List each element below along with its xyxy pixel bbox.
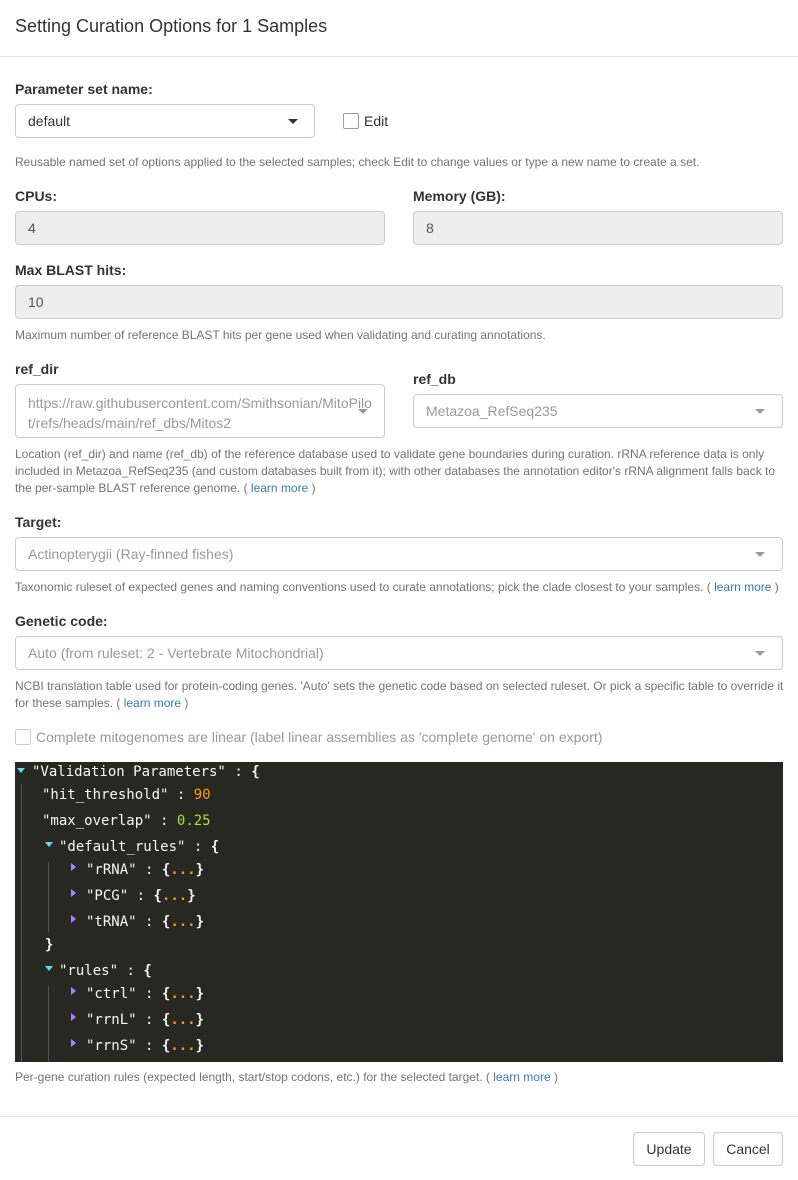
- target-value: Actinopterygii (Ray-finned fishes): [28, 546, 234, 562]
- json-viewer: "Validation Parameters" : { "hit_thresho…: [15, 762, 783, 1062]
- param-set-select[interactable]: default: [15, 104, 315, 138]
- ref-dir-label: ref_dir: [15, 361, 59, 377]
- json-default-rules-line: "default_rules" : {: [59, 839, 220, 855]
- rules-learn-more-link[interactable]: learn more: [493, 1070, 550, 1084]
- json-close-brace: }: [45, 937, 54, 953]
- ref-db-select[interactable]: Metazoa_RefSeq235: [413, 394, 783, 428]
- ref-dir-value-line1: https://raw.githubusercontent.com/Smiths…: [28, 395, 372, 411]
- edit-checkbox-label: Edit: [364, 113, 389, 129]
- genetic-code-select[interactable]: Auto (from ruleset: 2 - Vertebrate Mitoc…: [15, 636, 783, 670]
- json-hit-threshold-line: "hit_threshold" : 90: [42, 787, 211, 803]
- ref-db-value: Metazoa_RefSeq235: [426, 403, 558, 419]
- ref-db-label: ref_db: [413, 371, 456, 387]
- json-ctrl-line: "ctrl" : {...}: [86, 986, 205, 1002]
- target-select[interactable]: Actinopterygii (Ray-finned fishes): [15, 537, 783, 571]
- collapsed-arrow-icon[interactable]: [71, 889, 76, 897]
- genetic-code-label: Genetic code:: [15, 613, 108, 629]
- modal-header: Setting Curation Options for 1 Samples: [0, 0, 798, 57]
- memory-input[interactable]: 8: [413, 211, 783, 245]
- collapsed-arrow-icon[interactable]: [71, 1039, 76, 1047]
- ref-dir-value-line2: t/refs/heads/main/ref_dbs/Mitos2: [28, 415, 232, 431]
- param-set-value: default: [28, 113, 71, 129]
- rules-help: Per-gene curation rules (expected length…: [15, 1070, 558, 1084]
- collapsed-arrow-icon[interactable]: [71, 987, 76, 995]
- max-blast-label: Max BLAST hits:: [15, 262, 127, 278]
- cpus-label: CPUs:: [15, 188, 58, 204]
- modal-footer: Update Cancel: [0, 1116, 798, 1180]
- indent-guide: [48, 862, 49, 932]
- memory-value: 8: [426, 220, 434, 236]
- memory-label: Memory (GB):: [413, 188, 506, 204]
- ref-dir-select[interactable]: https://raw.githubusercontent.com/Smiths…: [15, 384, 385, 438]
- ref-help: Location (ref_dir) and name (ref_db) of …: [15, 447, 776, 495]
- ref-learn-more-link[interactable]: learn more: [251, 481, 308, 495]
- json-trna-line: "tRNA" : {...}: [86, 914, 205, 930]
- cancel-button[interactable]: Cancel: [713, 1132, 783, 1166]
- json-rrns-line: "rrnS" : {...}: [86, 1038, 205, 1054]
- json-rrnl-line: "rrnL" : {...}: [86, 1012, 205, 1028]
- max-blast-input[interactable]: 10: [15, 285, 783, 319]
- indent-guide: [48, 986, 49, 1062]
- cpus-input[interactable]: 4: [15, 211, 385, 245]
- cpus-value: 4: [28, 220, 36, 236]
- linear-checkbox[interactable]: [15, 729, 31, 745]
- indent-guide: [21, 784, 22, 1062]
- param-set-label: Parameter set name:: [15, 81, 153, 97]
- genetic-code-help: NCBI translation table used for protein-…: [15, 679, 784, 710]
- linear-checkbox-label: Complete mitogenomes are linear (label l…: [36, 729, 603, 745]
- collapsed-arrow-icon[interactable]: [71, 1013, 76, 1021]
- modal-title: Setting Curation Options for 1 Samples: [15, 16, 328, 36]
- json-rules-line: "rules" : {: [59, 963, 152, 979]
- json-max-overlap-line: "max_overlap" : 0.25: [42, 813, 211, 829]
- genetic-code-learn-more-link[interactable]: learn more: [124, 696, 181, 710]
- target-label: Target:: [15, 514, 62, 530]
- collapsed-arrow-icon[interactable]: [71, 915, 76, 923]
- edit-checkbox[interactable]: [343, 113, 359, 129]
- param-set-help: Reusable named set of options applied to…: [15, 155, 700, 169]
- max-blast-help: Maximum number of reference BLAST hits p…: [15, 328, 546, 342]
- chevron-down-icon: [358, 409, 368, 414]
- json-rrna-line: "rRNA" : {...}: [86, 862, 205, 878]
- expand-arrow-icon[interactable]: [45, 842, 53, 847]
- collapsed-arrow-icon[interactable]: [71, 863, 76, 871]
- chevron-down-icon: [755, 552, 765, 557]
- target-learn-more-link[interactable]: learn more: [714, 580, 771, 594]
- expand-arrow-icon[interactable]: [45, 966, 53, 971]
- chevron-down-icon: [755, 409, 765, 414]
- expand-arrow-icon[interactable]: [17, 768, 25, 773]
- json-root-line: "Validation Parameters" : {: [32, 764, 260, 780]
- max-blast-value: 10: [28, 294, 44, 310]
- genetic-code-value: Auto (from ruleset: 2 - Vertebrate Mitoc…: [28, 645, 324, 661]
- update-button[interactable]: Update: [633, 1132, 705, 1166]
- target-help: Taxonomic ruleset of expected genes and …: [15, 580, 779, 594]
- chevron-down-icon: [755, 651, 765, 656]
- json-pcg-line: "PCG" : {...}: [86, 888, 196, 904]
- chevron-down-icon: [288, 119, 298, 124]
